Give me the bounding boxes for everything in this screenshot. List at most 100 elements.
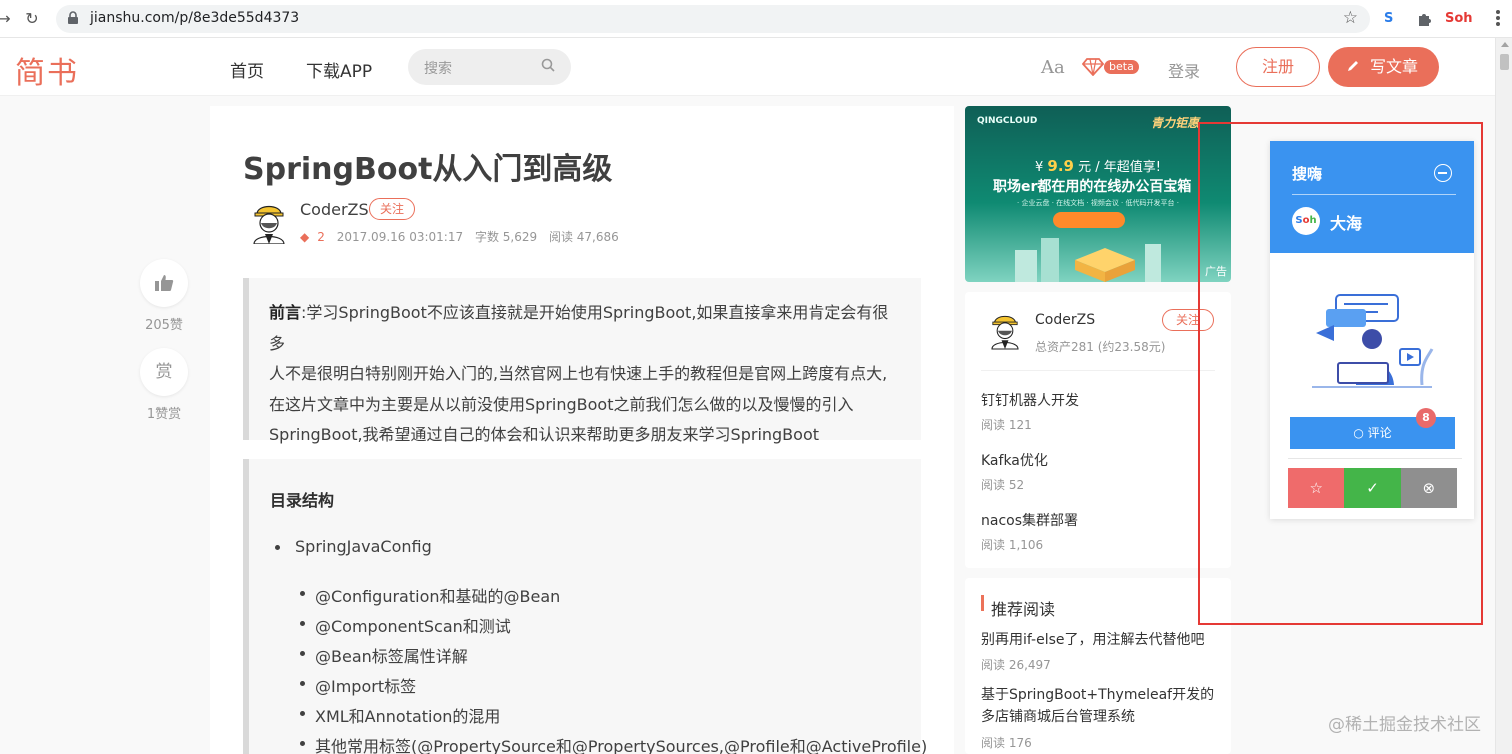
preface-line: SpringBoot,我希望通过自己的体会和认识来帮助更多朋友来学习Spring… — [269, 425, 820, 444]
panel-title: 搜嗨 — [1292, 165, 1323, 183]
publish-date: 2017.09.16 03:01:17 — [336, 230, 464, 244]
page-scrollbar[interactable] — [1495, 38, 1512, 754]
panel-header: 搜嗨 Soh 大海 — [1270, 141, 1474, 253]
recommended-item-link[interactable]: 别再用if-else了，用注解去代替他吧 — [981, 629, 1221, 651]
author-name[interactable]: CoderZS — [300, 200, 369, 219]
scroll-up-icon[interactable] — [1501, 42, 1509, 47]
search-icon[interactable] — [541, 58, 555, 72]
like-count: 205赞 — [145, 318, 183, 333]
section-accent-bar — [981, 595, 984, 611]
word-count: 字数 5,629 — [474, 230, 538, 244]
like-button[interactable] — [140, 259, 188, 307]
browser-menu-icon[interactable] — [1492, 8, 1504, 30]
reward-count: 1赞赏 — [146, 407, 182, 422]
recommended-reading: 推荐阅读 别再用if-else了，用注解去代替他吧 阅读 26,497 基于Sp… — [965, 578, 1231, 754]
panel-username: 大海 — [1330, 214, 1363, 233]
panel-action-bar: ☆ ✓ ⊗ — [1288, 468, 1457, 508]
diamond-count: 2 — [317, 230, 325, 244]
article-card: SpringBoot从入门到高级 CoderZS 关注 ◆ 2 2017.09.1… — [210, 106, 954, 754]
author-article-reads: 阅读 1,106 — [981, 538, 1044, 552]
extensions-puzzle-icon[interactable] — [1416, 10, 1434, 28]
lock-icon — [68, 11, 78, 24]
recommended-title: 推荐阅读 — [991, 600, 1056, 619]
divider — [981, 370, 1215, 371]
sohi-floating-panel: 搜嗨 Soh 大海 ○ 评论 8 ☆ ✓ ⊗ — [1270, 141, 1474, 519]
ad-price-line: ¥ 9.9 元 / 年超值享! — [1035, 157, 1161, 175]
back-icon[interactable]: → — [0, 9, 14, 29]
check-button[interactable]: ✓ — [1344, 468, 1401, 508]
juejin-watermark: @稀土掘金技术社区 — [1328, 715, 1481, 735]
diamond-icon[interactable] — [1082, 58, 1104, 76]
ad-headline: 职场er都在用的在线办公百宝箱 — [993, 179, 1192, 195]
ad-banner[interactable]: QINGCLOUD 青力钜惠 ¥ 9.9 元 / 年超值享! 职场er都在用的在… — [965, 106, 1231, 282]
preface-blockquote: 前言:学习SpringBoot不应该直接就是开始使用SpringBoot,如果直… — [243, 278, 921, 444]
beta-badge: beta — [1104, 60, 1139, 74]
author-article-link[interactable]: 钉钉机器人开发 — [981, 390, 1079, 410]
comment-count-badge: 8 — [1416, 408, 1436, 428]
write-article-label: 写文章 — [1370, 57, 1419, 76]
toc-item: SpringJavaConfig — [275, 537, 432, 556]
author-article-link[interactable]: Kafka优化 — [981, 450, 1048, 470]
scrollbar-thumb[interactable] — [1500, 54, 1509, 70]
read-count: 阅读 47,686 — [548, 230, 619, 244]
pen-icon — [1348, 61, 1358, 71]
toc-subitem: @Bean标签属性详解 — [300, 643, 468, 667]
write-article-button[interactable]: 写文章 — [1328, 47, 1439, 87]
follow-author-button[interactable]: 关注 — [369, 198, 415, 220]
sohi-logo-icon: Soh — [1292, 207, 1320, 235]
signup-button[interactable]: 注册 — [1236, 47, 1320, 87]
ad-cta-button[interactable] — [1053, 212, 1125, 228]
login-link[interactable]: 登录 — [1168, 58, 1200, 82]
author-card-name[interactable]: CoderZS — [1035, 312, 1095, 328]
toc-subitem: @Configuration和基础的@Bean — [299, 583, 560, 607]
ad-price: 9.9 — [1047, 157, 1074, 175]
preface-line: 前言:学习SpringBoot不应该直接就是开始使用SpringBoot,如果直… — [269, 303, 889, 353]
comment-label: 评论 — [1367, 426, 1392, 440]
font-size-toggle[interactable]: Aa — [1041, 57, 1065, 78]
extension-soh-icon[interactable]: Soh — [1445, 9, 1473, 29]
toc-subitem: @ComponentScan和测试 — [300, 613, 511, 637]
toc-subitem: XML和Annotation的混用 — [299, 703, 500, 727]
author-article-link[interactable]: nacos集群部署 — [981, 510, 1078, 530]
recommended-item-reads: 阅读 26,497 — [981, 658, 1051, 672]
author-card: CoderZS 总资产281 (约23.58元) 关注 钉钉机器人开发 阅读 1… — [965, 292, 1231, 568]
preface-line: 人不是很明白特别刚开始入门的,当然官网上也有快速上手的教程但是官网上跨度有点大, — [269, 364, 888, 383]
ad-illustration — [1015, 238, 1161, 282]
panel-divider — [1292, 194, 1456, 195]
reload-icon[interactable]: ↻ — [22, 9, 42, 29]
ad-brand: QINGCLOUD — [977, 116, 1038, 126]
ad-slogan: 青力钜惠 — [1151, 116, 1200, 130]
author-article-reads: 阅读 52 — [981, 478, 1025, 492]
close-circle-button[interactable]: ⊗ — [1400, 468, 1457, 508]
article-meta: ◆ 2 2017.09.16 03:01:17 字数 5,629 阅读 47,68… — [300, 228, 627, 245]
divider — [1288, 458, 1462, 459]
toc-subitem: @Import标签 — [299, 673, 416, 697]
author-assets: 总资产281 (约23.58元) — [1035, 340, 1166, 354]
site-header: 简书 首页 下载APP 搜索 Aa beta 登录 注册 写文章 — [0, 38, 1495, 96]
minimize-icon[interactable] — [1434, 164, 1452, 182]
nav-download-app[interactable]: 下载APP — [306, 57, 372, 82]
address-bar[interactable]: jianshu.com/p/8e3de55d4373 ☆ — [56, 5, 1370, 33]
toc-title: 目录结构 — [270, 491, 335, 510]
nav-home[interactable]: 首页 — [230, 57, 264, 82]
extension-sohi-icon[interactable]: S — [1384, 9, 1393, 29]
recommended-item-reads: 阅读 176 — [981, 736, 1032, 750]
comment-icon: ○ — [1353, 426, 1364, 440]
diamond-icon: ◆ — [300, 230, 310, 244]
preface-label: 前言 — [269, 303, 302, 322]
jianshu-logo[interactable]: 简书 — [15, 48, 79, 92]
favorite-star-button[interactable]: ☆ — [1288, 468, 1345, 508]
preface-line: 在这片文章中为主要是从以前没使用SpringBoot之前我们怎么做的以及慢慢的引… — [269, 394, 854, 414]
browser-toolbar: → ↻ jianshu.com/p/8e3de55d4373 ☆ S Soh — [0, 0, 1512, 38]
author-avatar[interactable] — [246, 198, 292, 244]
reward-button[interactable]: 赏 — [140, 348, 188, 396]
chat-illustration — [1312, 294, 1434, 388]
recommended-item-link[interactable]: 基于SpringBoot+Thymeleaf开发的多店铺商城后台管理系统 — [981, 684, 1221, 728]
search-input[interactable]: 搜索 — [408, 49, 571, 85]
bookmark-star-icon[interactable]: ☆ — [1343, 8, 1358, 28]
search-placeholder: 搜索 — [424, 61, 452, 77]
toc-blockquote: 目录结构 SpringJavaConfig @Configuration和基础的… — [243, 459, 927, 754]
author-avatar[interactable] — [985, 306, 1025, 352]
ad-subline: · 企业云盘 · 在线文档 · 视频会议 · 低代码开发平台 · — [1017, 199, 1179, 207]
article-title: SpringBoot从入门到高级 — [243, 152, 613, 187]
